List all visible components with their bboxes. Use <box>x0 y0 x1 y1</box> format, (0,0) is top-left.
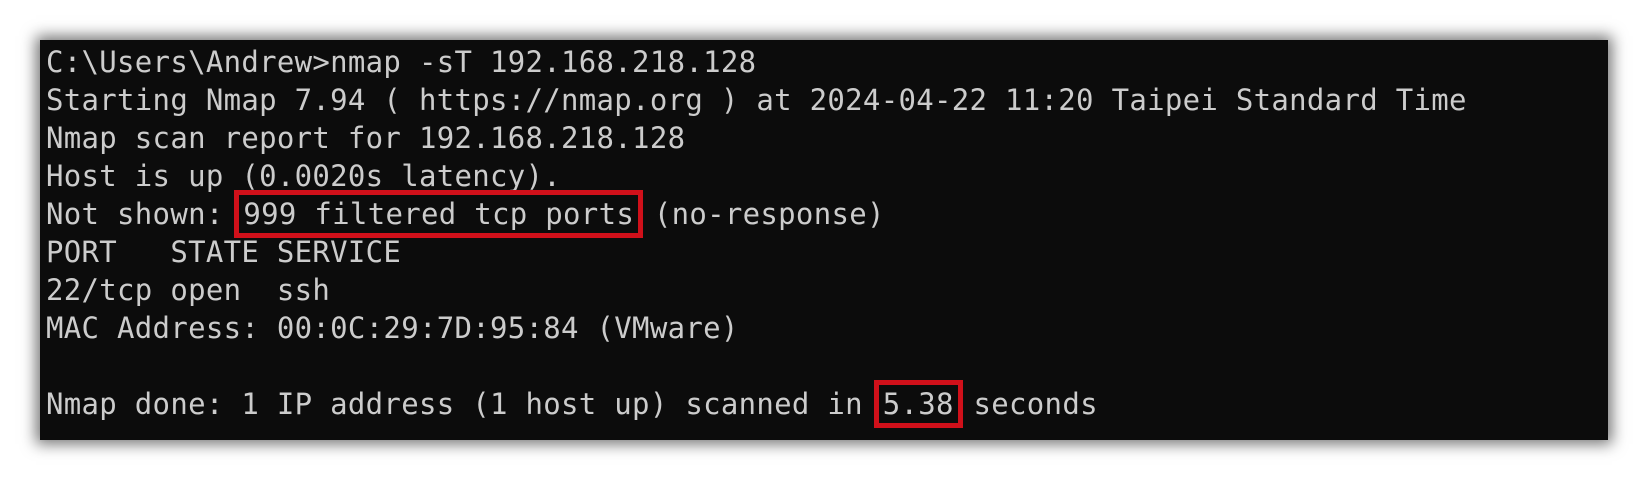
not-shown-suffix: (no-response) <box>653 197 885 231</box>
nmap-start-line: Starting Nmap 7.94 ( https://nmap.org ) … <box>46 83 1467 117</box>
filtered-ports-highlight: 999 filtered tcp ports <box>234 190 644 238</box>
not-shown-prefix: Not shown: <box>46 197 224 231</box>
nmap-done-line: Nmap done: 1 IP address (1 host up) scan… <box>46 380 1608 428</box>
command-line: C:\Users\Andrew>nmap -sT 192.168.218.128 <box>46 45 757 79</box>
mac-address-line: MAC Address: 00:0C:29:7D:95:84 (VMware) <box>46 311 739 345</box>
not-shown-line: Not shown: 999 filtered tcp ports (no-re… <box>46 190 1608 238</box>
scan-time-highlight: 5.38 <box>873 380 963 428</box>
port-table-header: PORT STATE SERVICE <box>46 235 402 269</box>
scan-report-line: Nmap scan report for 192.168.218.128 <box>46 121 686 155</box>
done-prefix: Nmap done: 1 IP address (1 host up) scan… <box>46 387 863 421</box>
terminal-window[interactable]: C:\Users\Andrew>nmap -sT 192.168.218.128… <box>40 40 1608 440</box>
host-up-line: Host is up (0.0020s latency). <box>46 159 562 193</box>
port-table-row: 22/tcp open ssh <box>46 273 331 307</box>
done-suffix: seconds <box>973 387 1098 421</box>
